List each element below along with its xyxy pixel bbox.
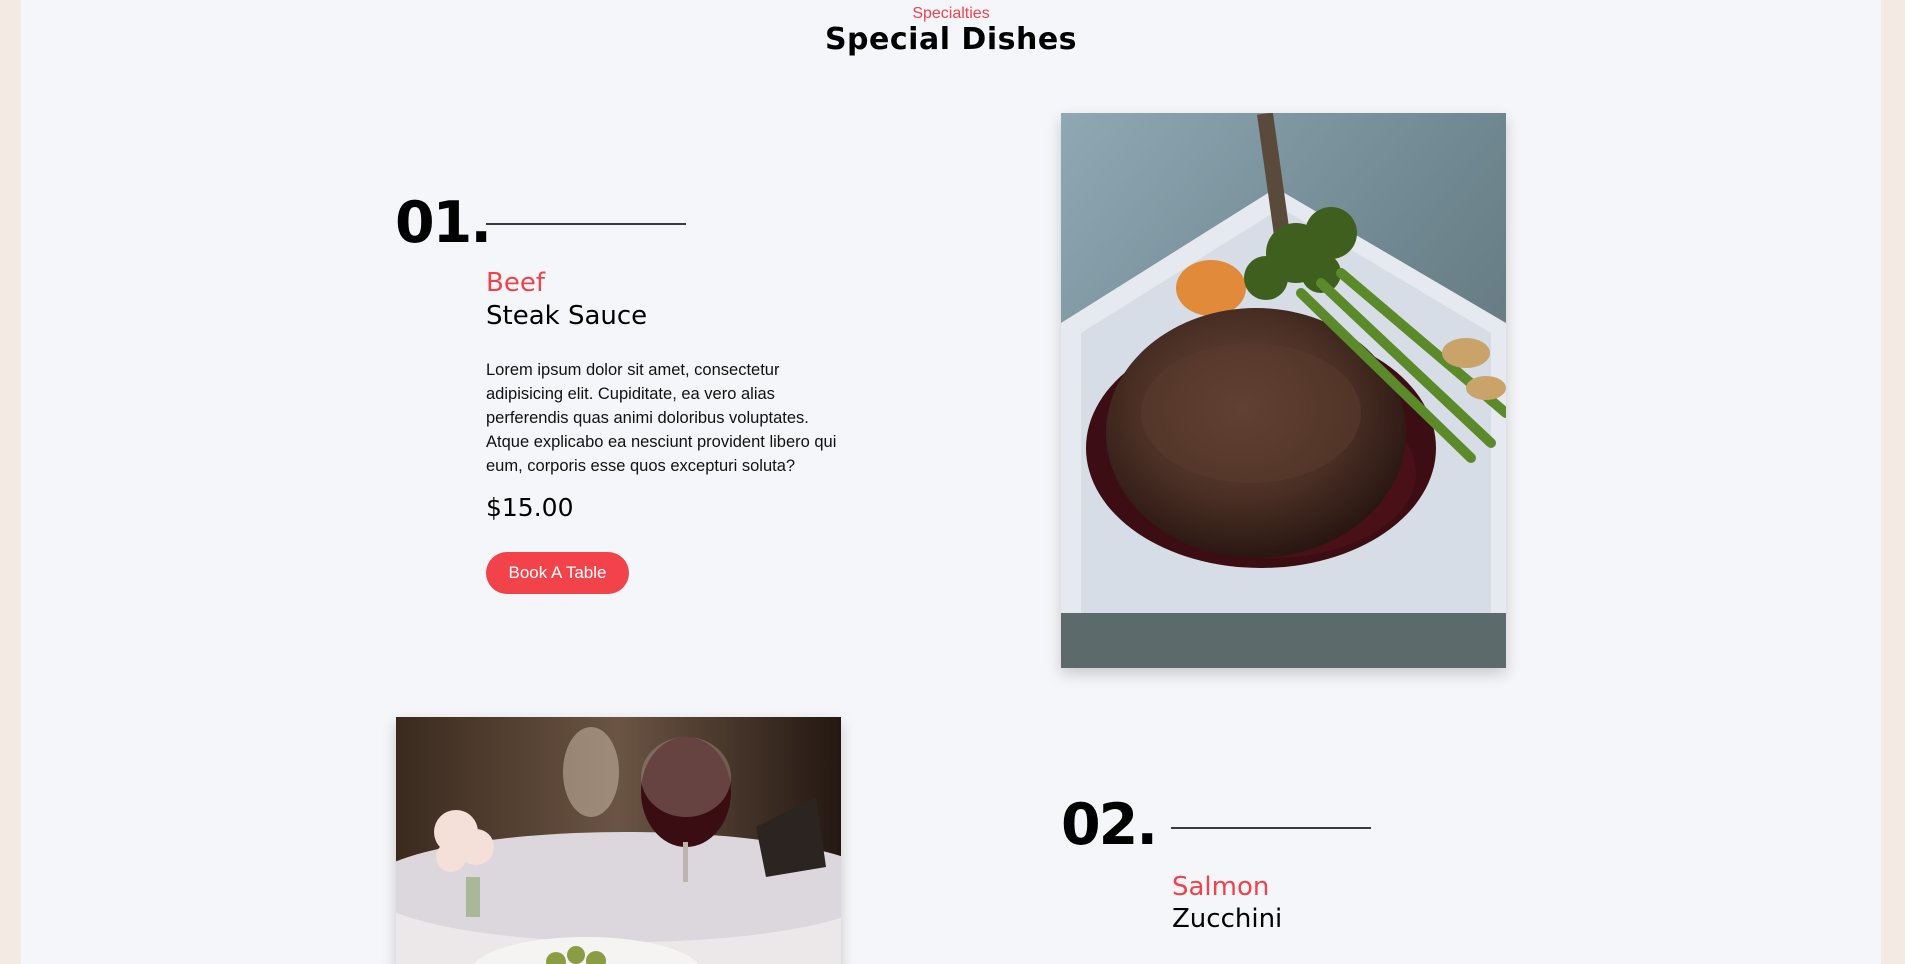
divider-line xyxy=(1171,827,1371,829)
book-table-button[interactable]: Book A Table xyxy=(486,552,629,594)
salmon-photo xyxy=(396,717,841,964)
divider-line xyxy=(486,223,686,225)
dish-category: Beef xyxy=(486,268,545,298)
steak-photo xyxy=(1061,113,1506,668)
restaurant-table-image xyxy=(396,717,841,964)
dish-price: $15.00 xyxy=(486,493,574,522)
section-title: Special Dishes xyxy=(824,22,1078,57)
steak-image xyxy=(1061,113,1506,668)
dish-name: Zucchini xyxy=(1172,904,1283,934)
dish-category: Salmon xyxy=(1172,872,1270,902)
dish-name: Steak Sauce xyxy=(486,301,648,331)
specialties-section: Specialties Special Dishes 01. Beef Stea… xyxy=(21,0,1881,964)
dish-description: Lorem ipsum dolor sit amet, consectetur … xyxy=(486,361,837,475)
dish-number: 01. xyxy=(395,190,492,256)
dish-number: 02. xyxy=(1061,792,1158,858)
section-eyebrow: Specialties xyxy=(912,5,990,22)
